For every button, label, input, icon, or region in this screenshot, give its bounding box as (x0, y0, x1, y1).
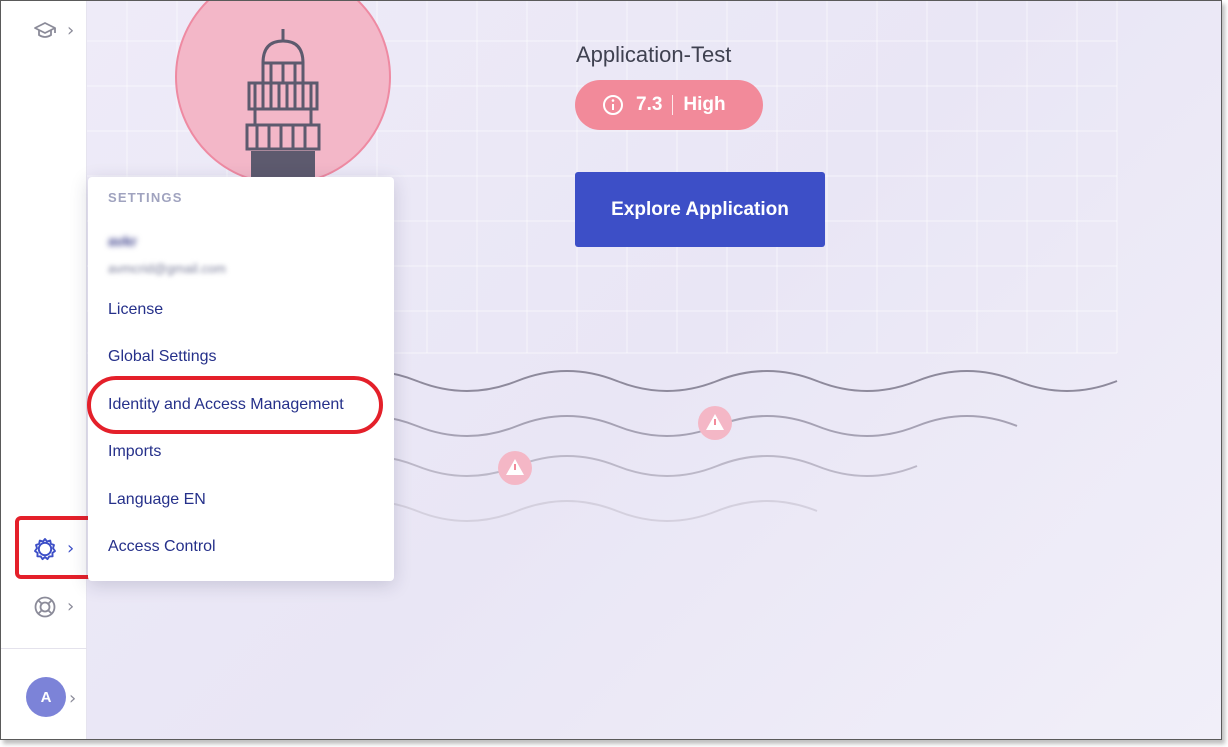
user-email: avmcrid@gmail.com (108, 261, 226, 276)
warning-marker-1 (698, 406, 732, 440)
app-window: Application-Test 7.3 High Explore Applic… (0, 0, 1222, 740)
sidebar-divider (1, 648, 87, 649)
menu-item-imports[interactable]: Imports (108, 443, 161, 461)
lighthouse-base (251, 151, 315, 177)
badge-divider (672, 95, 674, 115)
menu-item-global-settings[interactable]: Global Settings (108, 348, 217, 366)
risk-level: High (683, 94, 726, 115)
chevron-right-icon: › (69, 688, 77, 709)
waves (316, 370, 1118, 522)
menu-item-access-control[interactable]: Access Control (108, 538, 216, 556)
user-name: avkr (108, 233, 137, 249)
risk-badge: 7.3 High (575, 80, 763, 130)
application-title: Application-Test (576, 42, 732, 67)
annotation-highlight-iam (87, 376, 383, 434)
sidebar-item-training[interactable]: › (1, 9, 87, 53)
graduation-cap-icon (34, 22, 56, 38)
avatar[interactable]: A (26, 677, 66, 717)
menu-header: SETTINGS (108, 190, 183, 205)
lifebuoy-icon (34, 596, 56, 618)
chevron-right-icon: › (67, 596, 75, 617)
annotation-highlight-settings (15, 516, 94, 579)
risk-score: 7.3 (636, 94, 663, 115)
warning-marker-2 (498, 451, 532, 485)
info-icon (603, 95, 623, 115)
sidebar-item-help[interactable]: › (1, 585, 87, 629)
explore-application-button[interactable]: Explore Application (575, 172, 825, 247)
menu-item-license[interactable]: License (108, 301, 163, 319)
menu-item-language[interactable]: Language EN (108, 491, 206, 509)
chevron-right-icon: › (67, 20, 75, 41)
sidebar: › › › A › (1, 1, 87, 739)
